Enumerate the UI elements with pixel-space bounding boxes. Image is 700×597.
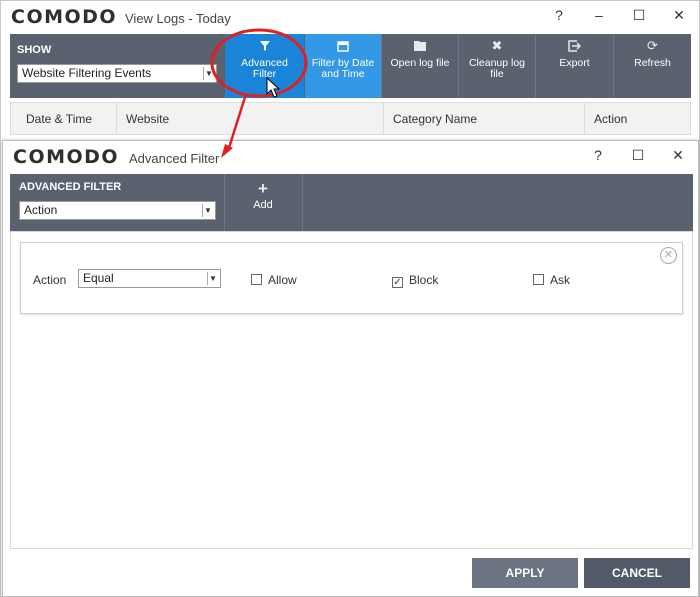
filter-field-value: Action bbox=[24, 203, 58, 217]
refresh-button[interactable]: ⟳ Refresh bbox=[614, 34, 691, 98]
close-button[interactable]: ✕ bbox=[668, 147, 688, 164]
apply-button[interactable]: APPLY bbox=[472, 558, 578, 588]
title-bar: COMODO View Logs - Today ? – ☐ ✕ bbox=[1, 1, 699, 33]
allow-checkbox[interactable]: Allow bbox=[251, 273, 297, 287]
column-category-name[interactable]: Category Name bbox=[393, 112, 477, 126]
help-button[interactable]: ? bbox=[549, 7, 569, 23]
rule-operator-dropdown[interactable]: Equal ▼ bbox=[78, 269, 221, 288]
log-table-header: Date & Time Website Category Name Action bbox=[10, 102, 691, 135]
x-icon: ✖ bbox=[491, 38, 503, 53]
chevron-down-icon: ▼ bbox=[207, 272, 218, 285]
close-button[interactable]: ✕ bbox=[669, 7, 689, 24]
block-label: Block bbox=[409, 273, 439, 287]
column-date-time[interactable]: Date & Time bbox=[26, 112, 92, 126]
checkbox-unchecked-icon bbox=[533, 274, 544, 285]
advanced-filter-button[interactable]: Advanced Filter bbox=[225, 34, 304, 98]
block-checkbox[interactable]: ✓ Block bbox=[392, 273, 438, 288]
filter-rules-area: Action Equal ▼ Allow ✓ Block Ask ✕ bbox=[10, 231, 693, 549]
filter-by-date-button[interactable]: Filter by Date and Time bbox=[305, 34, 381, 98]
export-button[interactable]: Export bbox=[536, 34, 613, 98]
maximize-button[interactable]: ☐ bbox=[628, 147, 648, 164]
help-button[interactable]: ? bbox=[588, 147, 608, 163]
advanced-filter-dialog: COMODO Advanced Filter ? ☐ ✕ ADVANCED FI… bbox=[2, 140, 699, 597]
window-title: View Logs - Today bbox=[125, 11, 231, 26]
show-dropdown[interactable]: Website Filtering Events ▼ bbox=[17, 64, 217, 83]
bar-divider bbox=[302, 174, 303, 231]
export-label: Export bbox=[559, 57, 590, 69]
checkbox-unchecked-icon bbox=[251, 274, 262, 285]
column-website[interactable]: Website bbox=[126, 112, 169, 126]
comodo-logo: COMODO bbox=[11, 6, 118, 28]
advanced-filter-label: ADVANCED FILTER bbox=[19, 181, 122, 193]
refresh-icon: ⟳ bbox=[647, 38, 658, 53]
maximize-button[interactable]: ☐ bbox=[629, 7, 649, 24]
rule-operator-value: Equal bbox=[83, 271, 114, 285]
advanced-filter-label-2: Filter bbox=[252, 68, 277, 80]
filter-rule-card: Action Equal ▼ Allow ✓ Block Ask ✕ bbox=[20, 242, 683, 314]
cleanup-log-file-button[interactable]: ✖ Cleanup log file bbox=[459, 34, 535, 98]
column-divider bbox=[383, 103, 384, 135]
advanced-filter-bar: ADVANCED FILTER Action ▼ + Add bbox=[10, 174, 693, 231]
ask-checkbox[interactable]: Ask bbox=[533, 273, 570, 287]
toolbar-divider bbox=[381, 34, 382, 98]
ask-label: Ask bbox=[550, 273, 571, 287]
filter-by-date-label-2: and Time bbox=[321, 68, 365, 80]
open-log-file-button[interactable]: Open log file bbox=[382, 34, 458, 98]
minimize-button[interactable]: – bbox=[589, 7, 609, 23]
open-log-file-label: Open log file bbox=[390, 57, 450, 69]
add-filter-button[interactable]: + Add bbox=[224, 174, 302, 231]
show-label: SHOW bbox=[17, 44, 52, 56]
chevron-down-icon: ▼ bbox=[202, 204, 213, 217]
refresh-label: Refresh bbox=[634, 57, 671, 69]
remove-rule-icon[interactable]: ✕ bbox=[660, 247, 677, 264]
filter-field-dropdown[interactable]: Action ▼ bbox=[19, 201, 216, 220]
log-toolbar: SHOW Website Filtering Events ▼ Advanced… bbox=[10, 34, 691, 98]
column-divider bbox=[116, 103, 117, 135]
chevron-down-icon: ▼ bbox=[203, 67, 214, 80]
comodo-logo: COMODO bbox=[13, 146, 120, 168]
export-icon bbox=[536, 40, 613, 58]
column-action[interactable]: Action bbox=[594, 112, 627, 126]
rule-field-label: Action bbox=[33, 273, 67, 287]
cleanup-log-label-2: file bbox=[490, 68, 504, 80]
show-dropdown-value: Website Filtering Events bbox=[22, 66, 152, 80]
allow-label: Allow bbox=[268, 273, 297, 287]
plus-icon: + bbox=[258, 179, 268, 198]
checkmark-icon: ✓ bbox=[392, 277, 403, 288]
column-divider bbox=[584, 103, 585, 135]
dialog-title: Advanced Filter bbox=[129, 151, 220, 166]
calendar-icon bbox=[305, 40, 381, 58]
add-label: Add bbox=[253, 199, 273, 211]
funnel-icon bbox=[225, 40, 304, 58]
cancel-button[interactable]: CANCEL bbox=[584, 558, 690, 588]
folder-icon bbox=[382, 40, 458, 58]
